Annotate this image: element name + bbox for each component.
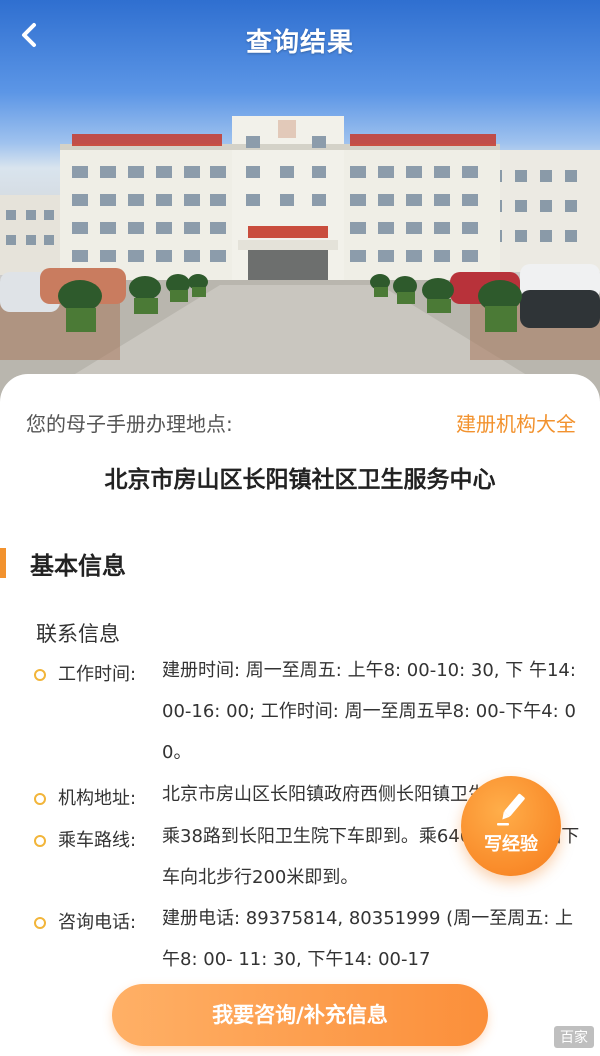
- info-key: 乘车路线:: [58, 830, 137, 851]
- section-title: 基本信息: [30, 552, 126, 580]
- info-value: 建册时间: 周一至周五: 上午8: 00-10: 30, 下 午14: 00-1…: [162, 660, 576, 763]
- bullet-dot-icon: [34, 835, 46, 847]
- location-label: 您的母子手册办理地点:: [26, 412, 233, 436]
- info-key: 工作时间:: [58, 664, 137, 685]
- top-bar: 查询结果: [0, 0, 600, 84]
- watermark: 百家: [554, 1026, 594, 1048]
- write-experience-button[interactable]: 写经验: [461, 776, 561, 876]
- result-card: 您的母子手册办理地点: 建册机构大全 北京市房山区长阳镇社区卫生服务中心 基本信…: [0, 374, 600, 1056]
- page-title: 查询结果: [245, 28, 354, 58]
- contact-subtitle: 联系信息: [36, 622, 120, 646]
- bullet-dot-icon: [34, 793, 46, 805]
- bullet-dot-icon: [34, 669, 46, 681]
- hero-photo: 查询结果: [0, 0, 600, 420]
- section-accent-bar: [0, 548, 6, 578]
- pencil-icon: [497, 793, 525, 826]
- info-key: 机构地址:: [58, 788, 137, 809]
- info-key: 咨询电话:: [58, 912, 137, 933]
- institution-directory-link[interactable]: 建册机构大全: [456, 408, 576, 437]
- bullet-dot-icon: [34, 917, 46, 929]
- location-name: 北京市房山区长阳镇社区卫生服务中心: [104, 467, 496, 493]
- consult-button[interactable]: 我要咨询/补充信息: [112, 984, 488, 1046]
- fab-label: 写经验: [484, 834, 538, 855]
